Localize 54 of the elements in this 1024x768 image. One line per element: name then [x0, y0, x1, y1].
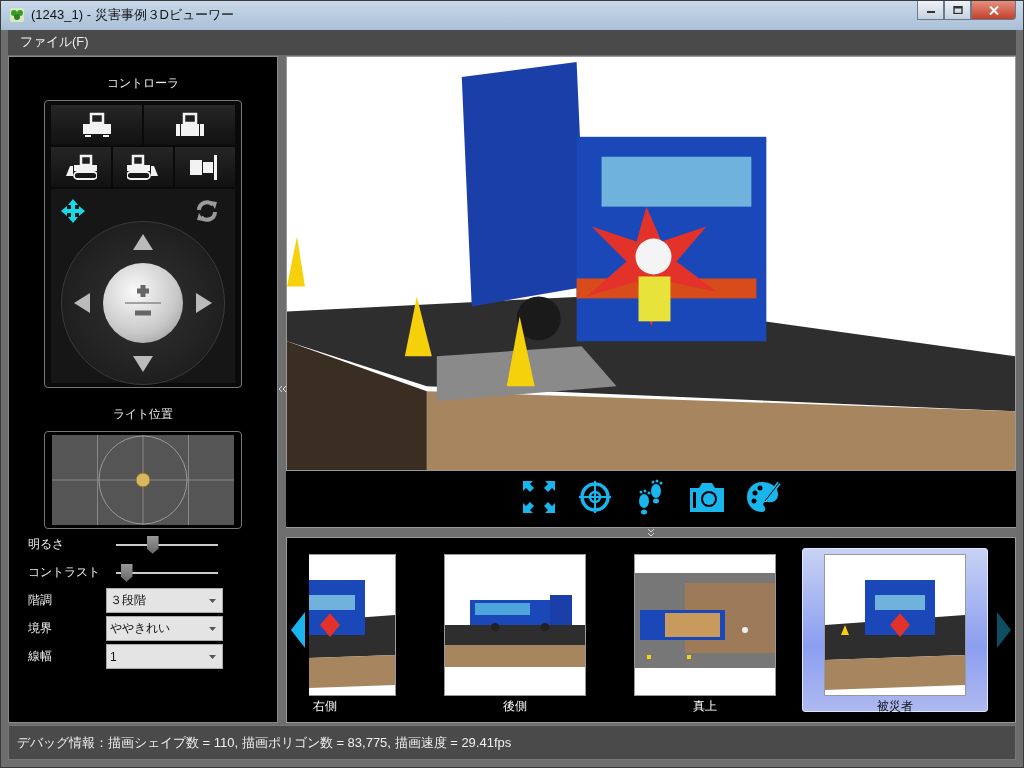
caret-icon: [209, 654, 216, 659]
left-arrow-button[interactable]: [74, 292, 90, 313]
rotate-icon: [195, 198, 219, 223]
down-arrow-button[interactable]: [133, 355, 153, 372]
thumbnail-label: 後側: [503, 697, 527, 715]
bulldozer-icon: [80, 111, 113, 138]
maximize-icon: [952, 6, 963, 14]
section-title: コントローラ: [107, 74, 179, 92]
bulldozer-icon: [127, 153, 159, 180]
light-position-pad[interactable]: [44, 430, 242, 529]
move-icon: [61, 198, 85, 223]
view-button[interactable]: [51, 146, 111, 187]
collapse-icon[interactable]: [648, 528, 654, 536]
fullscreen-button[interactable]: [521, 478, 557, 515]
dropdown[interactable]: ３段階: [106, 588, 223, 614]
option-label: 線幅: [28, 648, 53, 666]
thumbnail-label: 被災者: [877, 697, 913, 715]
view-button[interactable]: [175, 146, 235, 187]
dropdown[interactable]: 1: [106, 644, 223, 670]
section-title: ライト位置: [113, 405, 173, 423]
option-label: 階調: [28, 592, 53, 610]
light-handle[interactable]: [135, 472, 151, 488]
bulldozer-icon: [173, 111, 206, 138]
view-button[interactable]: [144, 104, 235, 145]
slider-thumb[interactable]: [120, 563, 133, 582]
slider-thumb[interactable]: [146, 535, 159, 554]
view-button[interactable]: [51, 104, 142, 145]
status-text: デバッグ情報：描画シェイプ数 = 110, 描画ポリゴン数 = 83,775, 描画速度 = 29.41fps: [17, 733, 512, 752]
window-title: (1243_1) - 災害事例３Dビューワー: [31, 6, 235, 25]
caret-icon: [209, 626, 216, 631]
maximize-button[interactable]: [944, 1, 971, 20]
slider-label: 明るさ: [28, 536, 65, 554]
minimize-button[interactable]: [917, 1, 944, 20]
left-arrow-icon: [291, 611, 305, 648]
view-button[interactable]: [113, 146, 173, 187]
close-button[interactable]: [971, 1, 1016, 20]
thumbnail-item[interactable]: 被災者: [802, 547, 988, 712]
collapse-icon[interactable]: [278, 386, 286, 393]
close-icon: [988, 5, 999, 15]
up-arrow-button[interactable]: [133, 233, 153, 250]
right-arrow-button[interactable]: [196, 292, 212, 313]
thumbnail-label: 真上: [693, 697, 717, 715]
option-label: 境界: [28, 620, 53, 638]
expand-icon: [521, 478, 557, 515]
menu-item[interactable]: ファイル(F): [20, 33, 89, 52]
thumbnail-label: 右側: [313, 697, 337, 715]
right-arrow-icon: [997, 611, 1011, 648]
clover-icon: [9, 7, 25, 24]
slider-label: コントラスト: [28, 564, 101, 582]
toolbar-button[interactable]: [577, 478, 613, 515]
crosshair-icon: [577, 478, 613, 515]
dropdown[interactable]: ややきれい: [106, 616, 223, 642]
bulldozer-icon: [65, 153, 97, 180]
caret-icon: [209, 598, 216, 603]
